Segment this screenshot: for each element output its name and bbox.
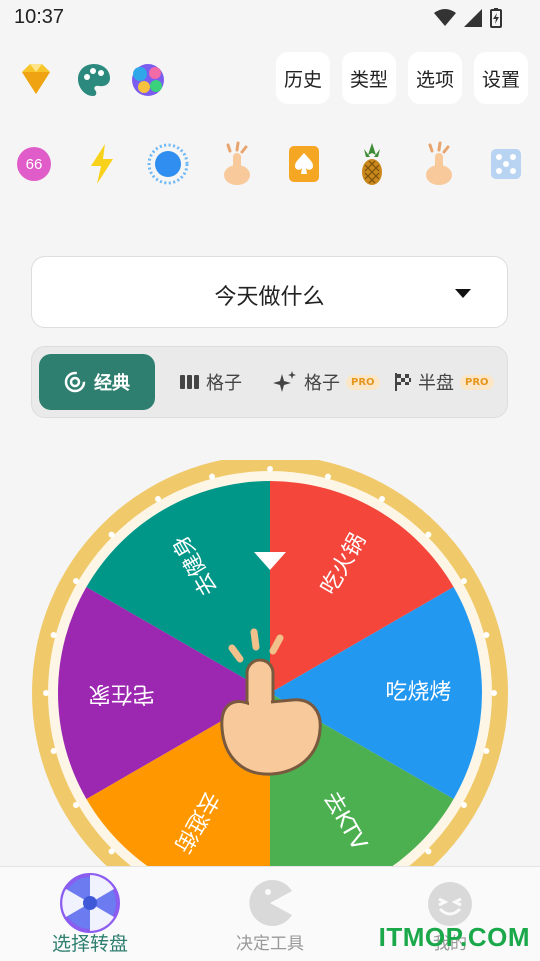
mode-classic-label: 经典 [94, 373, 130, 394]
battery-icon [490, 8, 502, 28]
columns-icon [180, 375, 199, 389]
nav-decision-tools-label: 决定工具 [236, 934, 304, 954]
spade-card-icon[interactable] [282, 140, 326, 188]
status-bar: 10:37 [0, 0, 540, 36]
options-button[interactable]: 选项 [408, 52, 462, 104]
wheel-title: 今天做什么 [214, 285, 325, 310]
rim-light-dot [108, 848, 115, 855]
status-time: 10:37 [14, 6, 65, 28]
theme-globe-icon[interactable] [126, 58, 170, 102]
rim-light-dot [483, 747, 490, 754]
smiley-icon [428, 882, 472, 926]
mode-selector: 经典 格子 格子 PRO 半盘 PRO [31, 346, 508, 418]
mode-grid-pro-label: 格子 [304, 373, 340, 394]
number-66-icon[interactable]: 66 [12, 140, 56, 188]
wifi-icon [434, 9, 456, 26]
mode-grid-label: 格子 [206, 373, 242, 394]
pineapple-icon[interactable] [350, 140, 394, 188]
mode-classic-tab[interactable]: 经典 [39, 354, 155, 410]
pro-badge-half: PRO [460, 374, 494, 390]
rim-light-dot [491, 690, 497, 696]
spin-wheel-area: 吃火锅 吃烧烤 去KTV 去逛街 宅在家 去健身 [0, 460, 540, 880]
mode-grid-pro-tab[interactable]: 格子 PRO [272, 369, 380, 395]
sparkle-icon [273, 371, 296, 392]
rim-light-dot [155, 496, 161, 503]
burst-circle-icon[interactable] [146, 140, 190, 188]
type-button[interactable]: 类型 [342, 52, 396, 104]
pro-badge: PRO [346, 374, 380, 390]
tap-hand-icon[interactable] [214, 140, 258, 188]
signal-icon [464, 9, 482, 27]
lightning-icon[interactable] [80, 140, 124, 188]
diamond-icon[interactable] [14, 58, 58, 102]
rim-light-dot [267, 466, 273, 472]
nav-choose-wheel[interactable]: 选择转盘 [30, 867, 150, 961]
rim-light-dot [43, 690, 49, 696]
status-icons [434, 8, 502, 28]
tap-hand-icon-2[interactable] [416, 140, 460, 188]
rim-light-dot [425, 848, 432, 855]
dice-icon[interactable] [484, 140, 528, 188]
settings-button[interactable]: 设置 [474, 52, 528, 104]
quick-tool-row: 66 [0, 140, 540, 192]
mode-half-tab[interactable]: 半盘 PRO [394, 369, 494, 395]
pacman-icon [249, 880, 292, 926]
rim-light-dot [50, 747, 57, 754]
rim-light-dot [425, 531, 432, 538]
rim-light-dot [379, 496, 385, 503]
nav-choose-wheel-label: 选择转盘 [51, 933, 128, 955]
rim-light-dot [324, 473, 331, 480]
rim-light-dot [73, 802, 80, 808]
spin-wheel[interactable]: 吃火锅吃烧烤去KTV去逛街宅在家去健身 [0, 460, 540, 880]
mode-half-label: 半盘 [418, 373, 454, 394]
rim-light-dot [209, 473, 216, 480]
number-badge-label: 66 [25, 155, 43, 173]
rim-light-dot [108, 531, 115, 538]
wheel-segment-label: 吃烧烤 [385, 680, 451, 705]
rim-light-dot [460, 802, 467, 808]
palette-icon[interactable] [72, 58, 116, 102]
wheel-nav-icon [60, 873, 120, 933]
mode-grid-tab[interactable]: 格子 [180, 369, 242, 395]
caret-down-icon [455, 289, 471, 298]
spiral-icon [64, 371, 86, 393]
rim-light-dot [460, 578, 467, 584]
checkered-flag-icon [395, 373, 411, 391]
wheel-title-select[interactable]: 今天做什么 [31, 256, 508, 328]
rim-light-dot [50, 632, 57, 639]
rim-light-dot [73, 578, 80, 584]
wheel-segment-label: 宅在家 [89, 681, 155, 706]
nav-decision-tools[interactable]: 决定工具 [210, 867, 330, 961]
rim-light-dot [483, 632, 490, 639]
watermark: ITMOP.COM [378, 922, 530, 952]
history-button[interactable]: 历史 [276, 52, 330, 104]
